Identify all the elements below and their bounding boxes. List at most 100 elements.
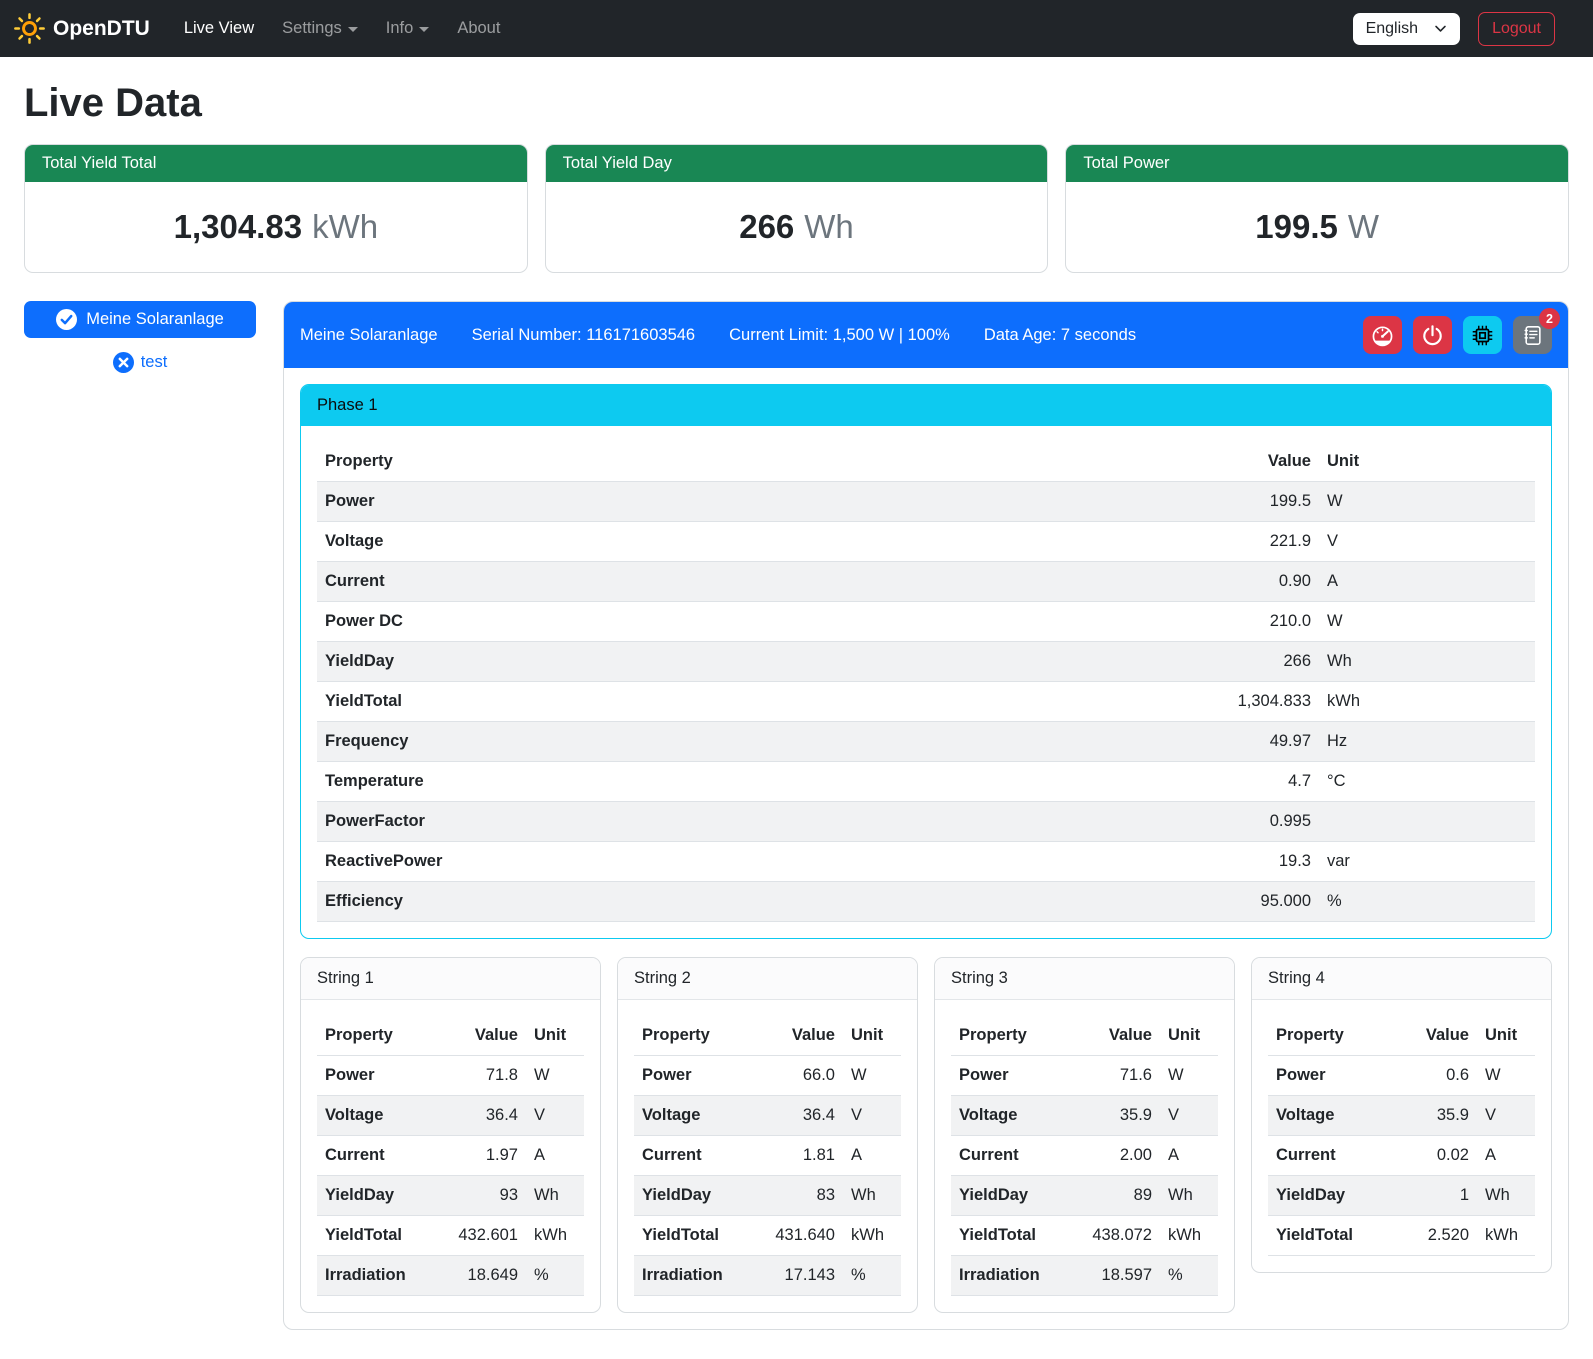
property-cell: YieldDay bbox=[951, 1176, 1068, 1216]
x-circle-icon bbox=[113, 352, 134, 373]
table-row: Voltage36.4V bbox=[634, 1096, 901, 1136]
event-count-badge: 2 bbox=[1539, 308, 1560, 329]
unit-cell: W bbox=[1160, 1056, 1218, 1096]
string-card-body: Property Value Unit Power71.8WVoltage36.… bbox=[301, 1000, 600, 1312]
string-card-body: Property Value Unit Power71.6WVoltage35.… bbox=[935, 1000, 1234, 1312]
property-cell: YieldDay bbox=[317, 642, 1169, 682]
property-cell: YieldTotal bbox=[317, 1216, 434, 1256]
unit-cell: V bbox=[1319, 522, 1535, 562]
value-cell: 49.97 bbox=[1169, 722, 1319, 762]
value-cell: 199.5 bbox=[1169, 482, 1319, 522]
table-row: YieldDay89Wh bbox=[951, 1176, 1218, 1216]
value-cell: 221.9 bbox=[1169, 522, 1319, 562]
table-row: Current1.97A bbox=[317, 1136, 584, 1176]
inverter-select-label: Meine Solaranlage bbox=[86, 310, 224, 329]
property-cell: Power DC bbox=[317, 602, 1169, 642]
column-header-value: Value bbox=[1068, 1016, 1160, 1056]
property-cell: YieldDay bbox=[634, 1176, 751, 1216]
unit-cell: W bbox=[1319, 602, 1535, 642]
nav-item-about[interactable]: About bbox=[447, 11, 510, 46]
property-cell: Power bbox=[951, 1056, 1068, 1096]
string-card-body: Property Value Unit Power0.6WVoltage35.9… bbox=[1252, 1000, 1551, 1272]
unit-cell: A bbox=[526, 1136, 584, 1176]
column-header-property: Property bbox=[1268, 1016, 1385, 1056]
unit-cell: Wh bbox=[843, 1176, 901, 1216]
column-header-property: Property bbox=[634, 1016, 751, 1056]
stat-card-body: 1,304.83kWh bbox=[25, 182, 527, 272]
unit-cell: V bbox=[843, 1096, 901, 1136]
value-cell: 2.00 bbox=[1068, 1136, 1160, 1176]
unit-cell: A bbox=[1160, 1136, 1218, 1176]
logout-button[interactable]: Logout bbox=[1478, 12, 1555, 46]
property-cell: YieldDay bbox=[1268, 1176, 1385, 1216]
string-table: Property Value Unit Power0.6WVoltage35.9… bbox=[1268, 1016, 1535, 1256]
table-row: Irradiation18.597% bbox=[951, 1256, 1218, 1296]
journal-text-icon bbox=[1522, 325, 1543, 346]
property-cell: Current bbox=[634, 1136, 751, 1176]
unit-cell: % bbox=[1319, 882, 1535, 922]
property-cell: Power bbox=[317, 1056, 434, 1096]
table-row: Power199.5W bbox=[317, 482, 1535, 522]
table-header-row: Property Value Unit bbox=[951, 1016, 1218, 1056]
unit-cell: kWh bbox=[1477, 1216, 1535, 1256]
table-row: PowerFactor0.995 bbox=[317, 802, 1535, 842]
table-row: Current0.02A bbox=[1268, 1136, 1535, 1176]
inverter-card: Meine Solaranlage Serial Number: 1161716… bbox=[283, 301, 1569, 1330]
stat-unit: W bbox=[1348, 208, 1379, 245]
language-select[interactable]: English bbox=[1353, 13, 1460, 45]
event-log-button[interactable]: 2 bbox=[1513, 316, 1552, 354]
stat-card-total-yield-day: Total Yield Day 266Wh bbox=[545, 144, 1049, 273]
string-table-body: Power66.0WVoltage36.4VCurrent1.81AYieldD… bbox=[634, 1056, 901, 1296]
property-cell: Power bbox=[634, 1056, 751, 1096]
stat-card-total-power: Total Power 199.5 W bbox=[1065, 144, 1569, 273]
stat-cards-row: Total Yield Total 1,304.83kWh Total Yiel… bbox=[24, 144, 1569, 273]
stat-value: 1,304.83 bbox=[174, 208, 302, 245]
limit-settings-button[interactable] bbox=[1363, 316, 1402, 354]
unit-cell: V bbox=[1477, 1096, 1535, 1136]
nav-item-live-view[interactable]: Live View bbox=[174, 11, 264, 46]
string-card: String 2 Property Value Unit Power66.0WV… bbox=[617, 957, 918, 1313]
nav-item-info[interactable]: Info bbox=[376, 11, 440, 46]
inverter-sidebar: Meine Solaranlage test bbox=[24, 301, 256, 373]
unit-cell: V bbox=[1160, 1096, 1218, 1136]
nav-links: Live View Settings Info About bbox=[174, 11, 511, 46]
table-row: YieldDay266Wh bbox=[317, 642, 1535, 682]
string-table: Property Value Unit Power66.0WVoltage36.… bbox=[634, 1016, 901, 1296]
column-header-value: Value bbox=[751, 1016, 843, 1056]
unit-cell: Wh bbox=[526, 1176, 584, 1216]
language-select-value: English bbox=[1366, 20, 1418, 38]
unit-cell: Wh bbox=[1477, 1176, 1535, 1216]
inverter-select-button[interactable]: Meine Solaranlage bbox=[24, 301, 256, 338]
table-row: Power0.6W bbox=[1268, 1056, 1535, 1096]
property-cell: YieldTotal bbox=[951, 1216, 1068, 1256]
stat-card-body: 199.5 W bbox=[1066, 182, 1568, 272]
property-cell: ReactivePower bbox=[317, 842, 1169, 882]
stat-value: 199.5 bbox=[1255, 208, 1338, 245]
unit-cell: W bbox=[1319, 482, 1535, 522]
property-cell: Voltage bbox=[1268, 1096, 1385, 1136]
nav-item-settings[interactable]: Settings bbox=[272, 11, 368, 46]
table-row: Voltage35.9V bbox=[1268, 1096, 1535, 1136]
device-info-button[interactable] bbox=[1463, 316, 1502, 354]
unit-cell: kWh bbox=[1160, 1216, 1218, 1256]
string-card-title: String 1 bbox=[301, 958, 600, 1000]
string-table-body: Power0.6WVoltage35.9VCurrent0.02AYieldDa… bbox=[1268, 1056, 1535, 1256]
value-cell: 36.4 bbox=[751, 1096, 843, 1136]
string-card-body: Property Value Unit Power66.0WVoltage36.… bbox=[618, 1000, 917, 1312]
value-cell: 17.143 bbox=[751, 1256, 843, 1296]
caret-down-icon bbox=[348, 27, 358, 32]
inverter-test-link[interactable]: test bbox=[24, 352, 256, 373]
power-toggle-button[interactable] bbox=[1413, 316, 1452, 354]
navbar-right: English Logout bbox=[1353, 12, 1555, 46]
brand[interactable]: OpenDTU bbox=[14, 13, 150, 44]
inverter-name: Meine Solaranlage bbox=[300, 326, 438, 345]
string-table: Property Value Unit Power71.6WVoltage35.… bbox=[951, 1016, 1218, 1296]
unit-cell bbox=[1319, 802, 1535, 842]
value-cell: 66.0 bbox=[751, 1056, 843, 1096]
value-cell: 1.97 bbox=[434, 1136, 526, 1176]
property-cell: PowerFactor bbox=[317, 802, 1169, 842]
inverter-header-texts: Meine Solaranlage Serial Number: 1161716… bbox=[300, 326, 1136, 345]
brand-label: OpenDTU bbox=[53, 17, 150, 41]
value-cell: 83 bbox=[751, 1176, 843, 1216]
stat-card-title: Total Power bbox=[1066, 145, 1568, 182]
